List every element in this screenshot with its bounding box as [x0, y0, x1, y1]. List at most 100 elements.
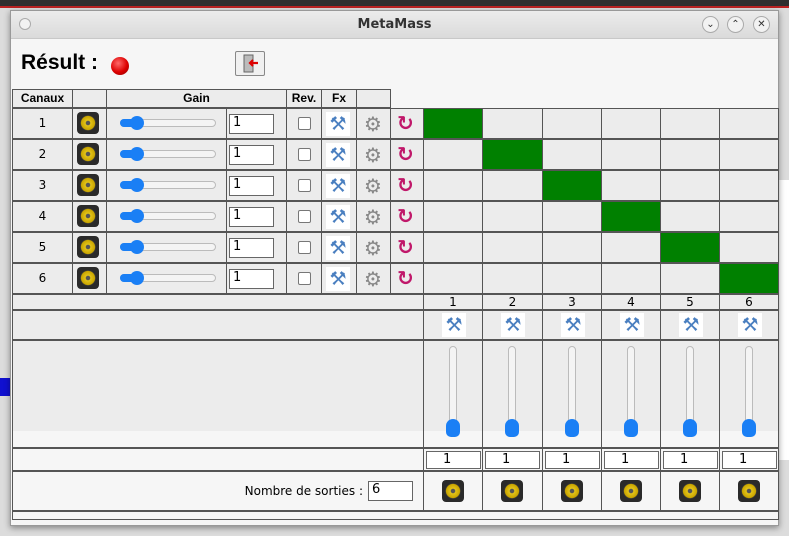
- gain-slider-knob[interactable]: [129, 178, 144, 192]
- route-cell[interactable]: [482, 170, 543, 201]
- gain-input[interactable]: 1: [229, 269, 274, 289]
- route-cell[interactable]: [719, 201, 779, 232]
- route-cell[interactable]: [482, 108, 543, 139]
- speaker-icon[interactable]: [561, 480, 583, 502]
- speaker-icon[interactable]: [679, 480, 701, 502]
- reset-icon[interactable]: ↻: [397, 268, 414, 288]
- route-cell[interactable]: [482, 201, 543, 232]
- output-slider-knob[interactable]: [742, 419, 756, 437]
- reset-icon[interactable]: ↻: [397, 144, 414, 164]
- rev-checkbox[interactable]: [298, 179, 311, 192]
- output-value-input[interactable]: 1: [722, 451, 777, 469]
- route-cell[interactable]: [719, 170, 779, 201]
- route-cell[interactable]: [660, 139, 720, 170]
- route-cell[interactable]: [542, 201, 602, 232]
- gain-slider-knob[interactable]: [129, 209, 144, 223]
- output-value-input[interactable]: 1: [663, 451, 718, 469]
- output-value-input[interactable]: 1: [426, 451, 481, 469]
- tools-icon[interactable]: ⚒: [326, 267, 350, 291]
- output-value-input[interactable]: 1: [545, 451, 600, 469]
- tools-icon[interactable]: ⚒: [326, 112, 350, 136]
- gain-input[interactable]: 1: [229, 207, 274, 227]
- rev-checkbox[interactable]: [298, 148, 311, 161]
- route-cell[interactable]: [660, 170, 720, 201]
- output-value-input[interactable]: 1: [604, 451, 659, 469]
- title-bar[interactable]: MetaMass ⌄ ⌃ ✕: [11, 11, 778, 39]
- route-cell[interactable]: [542, 139, 602, 170]
- speaker-icon[interactable]: [620, 480, 642, 502]
- route-cell[interactable]: [423, 232, 483, 263]
- tools-icon[interactable]: ⚒: [561, 313, 585, 337]
- rev-checkbox[interactable]: [298, 117, 311, 130]
- output-slider-knob[interactable]: [624, 419, 638, 437]
- gear-icon[interactable]: ⚙: [361, 174, 385, 198]
- gain-slider-knob[interactable]: [129, 240, 144, 254]
- route-cell[interactable]: [660, 263, 720, 294]
- gear-icon[interactable]: ⚙: [361, 112, 385, 136]
- tools-icon[interactable]: ⚒: [442, 313, 466, 337]
- tools-icon[interactable]: ⚒: [326, 236, 350, 260]
- route-cell[interactable]: [542, 108, 602, 139]
- tools-icon[interactable]: ⚒: [326, 143, 350, 167]
- route-cell[interactable]: [423, 139, 483, 170]
- route-cell[interactable]: [482, 232, 543, 263]
- route-cell[interactable]: [719, 232, 779, 263]
- speaker-icon[interactable]: [77, 205, 99, 227]
- route-cell[interactable]: [423, 108, 483, 139]
- output-value-input[interactable]: 1: [485, 451, 540, 469]
- gain-input[interactable]: 1: [229, 114, 274, 134]
- speaker-icon[interactable]: [77, 267, 99, 289]
- gear-icon[interactable]: ⚙: [361, 143, 385, 167]
- reset-icon[interactable]: ↻: [397, 175, 414, 195]
- route-cell[interactable]: [601, 232, 661, 263]
- gear-icon[interactable]: ⚙: [361, 236, 385, 260]
- maximize-button[interactable]: ⌃: [727, 16, 744, 33]
- tools-icon[interactable]: ⚒: [679, 313, 703, 337]
- reset-icon[interactable]: ↻: [397, 206, 414, 226]
- route-cell[interactable]: [423, 201, 483, 232]
- route-cell[interactable]: [542, 263, 602, 294]
- tools-icon[interactable]: ⚒: [738, 313, 762, 337]
- rev-checkbox[interactable]: [298, 241, 311, 254]
- route-cell[interactable]: [601, 170, 661, 201]
- gain-input[interactable]: 1: [229, 176, 274, 196]
- output-slider-knob[interactable]: [446, 419, 460, 437]
- output-slider-knob[interactable]: [565, 419, 579, 437]
- route-cell[interactable]: [423, 170, 483, 201]
- tools-icon[interactable]: ⚒: [326, 174, 350, 198]
- route-cell[interactable]: [423, 263, 483, 294]
- reset-icon[interactable]: ↻: [397, 113, 414, 133]
- route-cell[interactable]: [660, 232, 720, 263]
- tools-icon[interactable]: ⚒: [501, 313, 525, 337]
- route-cell[interactable]: [482, 263, 543, 294]
- gear-icon[interactable]: ⚙: [361, 267, 385, 291]
- route-cell[interactable]: [482, 139, 543, 170]
- tools-icon[interactable]: ⚒: [326, 205, 350, 229]
- tools-icon[interactable]: ⚒: [620, 313, 644, 337]
- gain-input[interactable]: 1: [229, 145, 274, 165]
- speaker-icon[interactable]: [77, 174, 99, 196]
- speaker-icon[interactable]: [77, 112, 99, 134]
- speaker-icon[interactable]: [77, 143, 99, 165]
- nombre-sorties-input[interactable]: 6: [368, 481, 413, 501]
- route-cell[interactable]: [660, 201, 720, 232]
- gain-slider-knob[interactable]: [129, 116, 144, 130]
- route-cell[interactable]: [601, 263, 661, 294]
- gear-icon[interactable]: ⚙: [361, 205, 385, 229]
- speaker-icon[interactable]: [738, 480, 760, 502]
- rev-checkbox[interactable]: [298, 272, 311, 285]
- output-slider-knob[interactable]: [505, 419, 519, 437]
- route-cell[interactable]: [719, 263, 779, 294]
- route-cell[interactable]: [719, 139, 779, 170]
- gain-slider-knob[interactable]: [129, 271, 144, 285]
- route-cell[interactable]: [601, 139, 661, 170]
- route-cell[interactable]: [660, 108, 720, 139]
- rev-checkbox[interactable]: [298, 210, 311, 223]
- route-cell[interactable]: [542, 170, 602, 201]
- gain-input[interactable]: 1: [229, 238, 274, 258]
- close-button[interactable]: ✕: [753, 16, 770, 33]
- route-cell[interactable]: [601, 201, 661, 232]
- minimize-button[interactable]: ⌄: [702, 16, 719, 33]
- route-cell[interactable]: [719, 108, 779, 139]
- reset-icon[interactable]: ↻: [397, 237, 414, 257]
